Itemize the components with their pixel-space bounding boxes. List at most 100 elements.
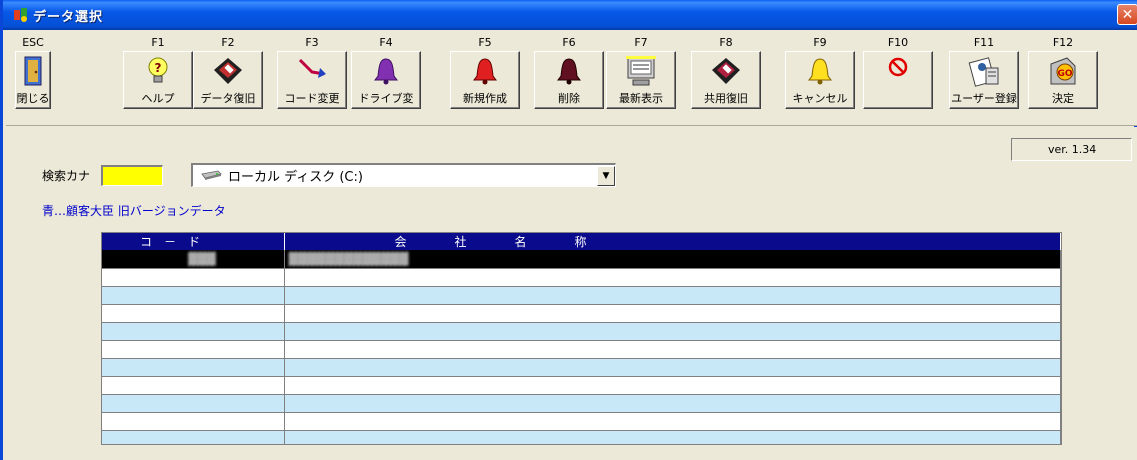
toolbar-button-f7[interactable]: 最新表示 (606, 51, 676, 109)
toolbar-button-label: データ復旧 (200, 92, 256, 105)
toolbar-button-label: 共用復旧 (704, 92, 748, 105)
cell-company-name (284, 376, 1061, 395)
app-icon (13, 7, 29, 23)
toolbar-button-label: 最新表示 (619, 92, 663, 105)
toolbar-button-label: 削除 (558, 92, 580, 105)
function-key-label: F12 (1052, 36, 1074, 49)
yellow-bell-icon (806, 56, 834, 86)
data-select-window: データ選択 ✕ ESC 閉じる F1? ヘルプ F2 データ復旧 F3 コード変更 F4 ドライブ… (0, 0, 1137, 460)
table-row[interactable] (102, 340, 1061, 359)
table-row[interactable] (102, 322, 1061, 341)
main-content: ver. 1.34 検索カナ ローカル ディスク (C:) ▼ 青…顧客大臣 旧… (6, 127, 1137, 460)
floppy-restore-icon (212, 56, 244, 86)
column-header-code[interactable]: コ － ド (102, 233, 285, 250)
cell-company-name (284, 340, 1061, 359)
toolbar-item-f2: F2 データ復旧 (193, 34, 263, 124)
toolbar-button-f5[interactable]: 新規作成 (450, 51, 520, 109)
function-key-label: F4 (379, 36, 393, 49)
function-key-label: F2 (221, 36, 235, 49)
svg-text:GO: GO (1057, 69, 1072, 79)
old-version-data-link[interactable]: 青…顧客大臣 旧バージョンデータ (42, 202, 226, 219)
cell-company-name-text: ▓▓▓▓▓▓▓▓▓▓▓▓▓ (288, 251, 409, 266)
drive-select[interactable]: ローカル ディスク (C:) ▼ (191, 163, 616, 187)
function-key-toolbar: ESC 閉じる F1? ヘルプ F2 データ復旧 F3 コード変更 F4 ドライブ変 F5 新規作成 F… (6, 30, 1137, 126)
cell-company-name (284, 430, 1061, 444)
cell-code (102, 394, 285, 413)
toolbar-button-label: ドライブ変 (358, 92, 414, 105)
svg-text:?: ? (155, 61, 162, 75)
toolbar-button-label: 閉じる (16, 92, 50, 105)
go-decide-icon: GO (1045, 56, 1081, 88)
function-key-label: ESC (22, 36, 44, 49)
toolbar-button-f10[interactable] (863, 51, 933, 109)
toolbar-item-f11: F11 ユーザー登録 (949, 34, 1019, 124)
cell-code (102, 268, 285, 287)
chevron-down-icon[interactable]: ▼ (597, 165, 615, 186)
drive-select-value: ローカル ディスク (C:) (228, 170, 363, 185)
function-key-label: F6 (562, 36, 576, 49)
cell-code (102, 430, 285, 444)
cell-code (102, 412, 285, 431)
door-icon (22, 56, 44, 86)
toolbar-item-f1: F1? ヘルプ (123, 34, 193, 124)
hard-disk-icon (200, 169, 222, 183)
cell-code-text: ▓▓▓ (188, 251, 216, 266)
function-key-label: F9 (813, 36, 827, 49)
user-register-icon (966, 56, 1002, 88)
table-row[interactable]: ▓▓▓ ▓▓▓▓▓▓▓▓▓▓▓▓▓ (102, 250, 1061, 269)
title-bar[interactable]: データ選択 ✕ (3, 0, 1137, 30)
floppy-shared-icon (710, 56, 742, 86)
cell-company-name (284, 304, 1061, 323)
toolbar-button-label: 新規作成 (463, 92, 507, 105)
toolbar-button-label: コード変更 (284, 92, 340, 105)
toolbar-button-f9[interactable]: キャンセル (785, 51, 855, 109)
toolbar-item-esc: ESC 閉じる (15, 34, 51, 124)
toolbar-button-f3[interactable]: コード変更 (277, 51, 347, 109)
table-row[interactable] (102, 304, 1061, 323)
toolbar-item-f3: F3 コード変更 (277, 34, 347, 124)
toolbar-item-f6: F6 削除 (534, 34, 604, 124)
toolbar-button-label: ユーザー登録 (951, 92, 1017, 105)
table-row[interactable] (102, 412, 1061, 431)
table-row[interactable] (102, 394, 1061, 413)
table-row[interactable] (102, 358, 1061, 377)
column-header-company-name[interactable]: 会 社 名 称 (284, 233, 1061, 250)
search-kana-input[interactable] (101, 165, 163, 186)
function-key-label: F11 (973, 36, 995, 49)
toolbar-button-f1[interactable]: ? ヘルプ (123, 51, 193, 109)
toolbar-button-f11[interactable]: ユーザー登録 (949, 51, 1019, 109)
close-button[interactable]: ✕ (1117, 4, 1137, 25)
cell-company-name (284, 286, 1061, 305)
cell-code (102, 304, 285, 323)
cell-code (102, 286, 285, 305)
toolbar-button-esc[interactable]: 閉じる (15, 51, 51, 109)
table-row[interactable] (102, 376, 1061, 395)
toolbar-button-f12[interactable]: GO 決定 (1028, 51, 1098, 109)
table-row[interactable] (102, 286, 1061, 305)
toolbar-button-f8[interactable]: 共用復旧 (691, 51, 761, 109)
toolbar-item-f5: F5 新規作成 (450, 34, 520, 124)
company-grid: コ － ド 会 社 名 称 ▓▓▓ ▓▓▓▓▓▓▓▓▓▓▓▓▓ (101, 232, 1062, 445)
cell-code (102, 376, 285, 395)
toolbar-button-f2[interactable]: データ復旧 (193, 51, 263, 109)
cell-company-name (284, 268, 1061, 287)
function-key-label: F8 (719, 36, 733, 49)
refresh-screen-icon (625, 56, 657, 88)
prohibited-icon (887, 56, 909, 78)
toolbar-button-label: キャンセル (792, 92, 848, 105)
function-key-label: F10 (887, 36, 909, 49)
toolbar-item-f10: F10 (863, 34, 933, 124)
version-label: ver. 1.34 (1011, 138, 1132, 161)
table-row[interactable] (102, 268, 1061, 287)
table-row[interactable] (102, 430, 1061, 444)
help-bulb-icon: ? (145, 56, 171, 86)
purple-bell-icon (372, 56, 400, 86)
function-key-label: F1 (151, 36, 165, 49)
function-key-label: F7 (634, 36, 648, 49)
cell-code (102, 322, 285, 341)
cell-code (102, 340, 285, 359)
function-key-label: F3 (305, 36, 319, 49)
toolbar-button-f4[interactable]: ドライブ変 (351, 51, 421, 109)
toolbar-button-label: ヘルプ (141, 92, 175, 105)
toolbar-button-f6[interactable]: 削除 (534, 51, 604, 109)
